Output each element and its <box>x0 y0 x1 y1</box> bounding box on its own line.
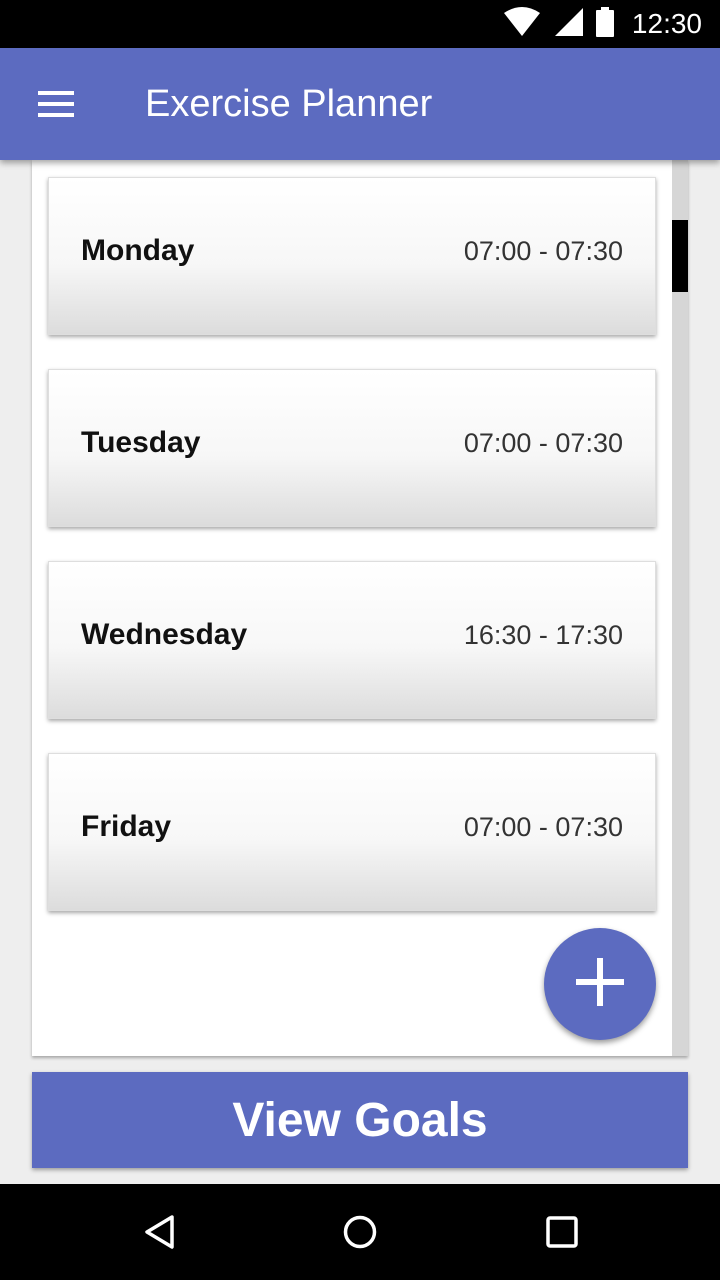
time-range: 07:00 - 07:30 <box>463 428 623 458</box>
scrollbar-thumb[interactable] <box>672 220 688 292</box>
wifi-icon <box>502 6 542 42</box>
time-range: 07:00 - 07:30 <box>463 812 623 842</box>
plus-icon <box>574 956 626 1013</box>
schedule-list[interactable]: Monday 07:00 - 07:30 Tuesday 07:00 - 07:… <box>32 160 688 1056</box>
menu-line <box>38 113 74 117</box>
schedule-item-tuesday[interactable]: Tuesday 07:00 - 07:30 <box>48 369 656 527</box>
status-time: 12:30 <box>631 8 702 39</box>
battery-icon <box>595 6 614 42</box>
view-goals-button[interactable]: View Goals <box>32 1072 688 1168</box>
schedule-item-friday[interactable]: Friday 07:00 - 07:30 <box>48 753 656 911</box>
schedule-item-wednesday[interactable]: Wednesday 16:30 - 17:30 <box>48 561 656 719</box>
menu-line <box>38 102 74 106</box>
app-bar: Exercise Planner <box>0 48 720 160</box>
add-exercise-button[interactable] <box>544 928 656 1040</box>
scrollbar-track[interactable] <box>672 160 688 1056</box>
day-name: Tuesday <box>81 426 201 459</box>
app-title: Exercise Planner <box>145 83 433 125</box>
time-range: 07:00 - 07:30 <box>463 236 623 266</box>
status-icons: 12:30 <box>502 0 702 48</box>
time-range: 16:30 - 17:30 <box>463 620 623 650</box>
hamburger-menu-icon[interactable] <box>30 82 82 126</box>
home-icon[interactable] <box>336 1208 384 1256</box>
back-icon[interactable] <box>136 1208 184 1256</box>
menu-line <box>38 91 74 95</box>
day-name: Monday <box>81 234 195 267</box>
navigation-bar <box>0 1184 720 1280</box>
status-bar: 12:30 <box>0 0 720 48</box>
schedule-item-monday[interactable]: Monday 07:00 - 07:30 <box>48 177 656 335</box>
cell-signal-icon <box>554 7 584 42</box>
recents-icon[interactable] <box>538 1208 586 1256</box>
day-name: Friday <box>81 810 172 843</box>
day-name: Wednesday <box>81 618 248 651</box>
